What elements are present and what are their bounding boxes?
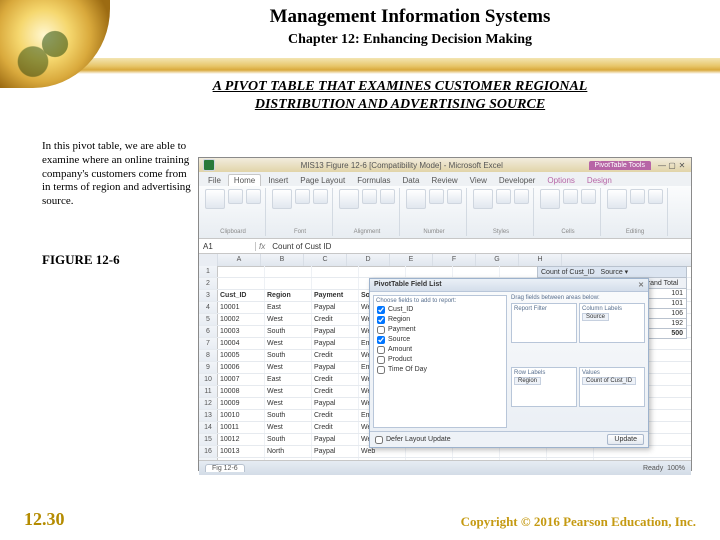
section-title: A PIVOT TABLE THAT EXAMINES CUSTOMER REG…: [120, 78, 680, 113]
ribbon-group-number[interactable]: Number: [402, 188, 467, 236]
table-row[interactable]: 1710014EastCreditWeb: [199, 458, 691, 460]
formula-text[interactable]: Count of Cust ID: [268, 242, 335, 251]
field-checklist[interactable]: Choose fields to add to report: Cust_IDR…: [373, 295, 507, 428]
worksheet-grid[interactable]: ABCDEFGH 123Cust_IDRegionPaymentSourceAm…: [199, 254, 691, 460]
page-number: 12.30: [24, 509, 65, 530]
status-bar: Fig 12-6 Ready 100%: [199, 460, 691, 475]
pivot-field-list[interactable]: PivotTable Field List ✕ Choose fields to …: [369, 278, 649, 448]
window-buttons[interactable]: —▢✕: [657, 161, 687, 170]
formula-bar: A1 fx Count of Cust ID: [199, 239, 691, 254]
name-box[interactable]: A1: [199, 242, 256, 251]
slide-footer: 12.30 Copyright © 2016 Pearson Education…: [0, 509, 720, 530]
tab-review[interactable]: Review: [426, 175, 462, 186]
field-region[interactable]: Region: [376, 315, 504, 325]
field-product[interactable]: Product: [376, 355, 504, 365]
ribbon-group-alignment[interactable]: Alignment: [335, 188, 400, 236]
fieldlist-title: PivotTable Field List: [374, 281, 442, 289]
window-title: MIS13 Figure 12-6 [Compatibility Mode] -…: [221, 161, 583, 170]
figure-label: FIGURE 12-6: [42, 252, 120, 268]
ribbon-group-cells[interactable]: Cells: [536, 188, 601, 236]
field-payment[interactable]: Payment: [376, 325, 504, 335]
tab-formulas[interactable]: Formulas: [352, 175, 395, 186]
zone-values[interactable]: ValuesCount of Cust_ID: [579, 367, 645, 407]
sheet-tab[interactable]: Fig 12-6: [205, 464, 245, 472]
field-time of day[interactable]: Time Of Day: [376, 365, 504, 375]
ribbon: ClipboardFontAlignmentNumberStylesCellsE…: [199, 186, 691, 239]
tab-developer[interactable]: Developer: [494, 175, 540, 186]
copyright: Copyright © 2016 Pearson Education, Inc.: [461, 514, 696, 530]
tab-data[interactable]: Data: [398, 175, 425, 186]
tab-file[interactable]: File: [203, 175, 226, 186]
zone-row-labels[interactable]: Row LabelsRegion: [511, 367, 577, 407]
close-icon[interactable]: ✕: [638, 281, 644, 289]
ribbon-tabs: FileHomeInsertPage LayoutFormulasDataRev…: [199, 172, 691, 186]
ribbon-group-styles[interactable]: Styles: [469, 188, 534, 236]
zone-report-filter[interactable]: Report Filter: [511, 303, 577, 343]
excel-icon: [203, 159, 215, 171]
window-titlebar: MIS13 Figure 12-6 [Compatibility Mode] -…: [199, 158, 691, 172]
slide-title: Management Information Systems: [120, 6, 700, 28]
ribbon-group-editing[interactable]: Editing: [603, 188, 668, 236]
contextual-tab: PivotTable Tools: [589, 161, 651, 170]
ribbon-group-clipboard[interactable]: Clipboard: [201, 188, 266, 236]
globe-graphic: [0, 0, 110, 88]
excel-screenshot: MIS13 Figure 12-6 [Compatibility Mode] -…: [198, 157, 692, 471]
tab-page-layout[interactable]: Page Layout: [295, 175, 350, 186]
header-band: Management Information Systems Chapter 1…: [0, 0, 720, 88]
field-cust_id[interactable]: Cust_ID: [376, 305, 504, 315]
update-button[interactable]: Update: [607, 434, 644, 445]
tab-home[interactable]: Home: [228, 174, 261, 186]
ribbon-group-font[interactable]: Font: [268, 188, 333, 236]
slide-subtitle: Chapter 12: Enhancing Decision Making: [120, 32, 700, 48]
tab-view[interactable]: View: [465, 175, 492, 186]
field-amount[interactable]: Amount: [376, 345, 504, 355]
figure-description: In this pivot table, we are able to exam…: [42, 140, 192, 209]
field-source[interactable]: Source: [376, 335, 504, 345]
zone-column-labels[interactable]: Column LabelsSource: [579, 303, 645, 343]
fx-icon[interactable]: fx: [256, 242, 268, 251]
defer-checkbox[interactable]: Defer Layout Update: [374, 435, 452, 445]
tab-insert[interactable]: Insert: [263, 175, 293, 186]
tab-design[interactable]: Design: [582, 175, 617, 186]
tab-options[interactable]: Options: [542, 175, 580, 186]
